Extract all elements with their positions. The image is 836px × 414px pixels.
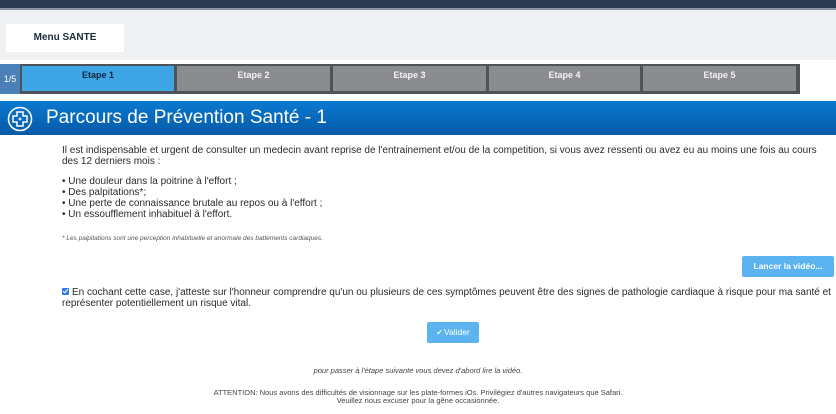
symptom-list: Une douleur dans la poitrine à l'effort … bbox=[62, 176, 832, 220]
step-tab-3[interactable]: Etape 3 bbox=[333, 66, 486, 91]
list-item: Une douleur dans la poitrine à l'effort … bbox=[62, 176, 832, 187]
step-tab-5[interactable]: Etape 5 bbox=[643, 66, 796, 91]
step-tab-1[interactable]: Etape 1 bbox=[22, 66, 174, 91]
list-item: Une perte de connaissance brutale au rep… bbox=[62, 198, 832, 209]
validate-button[interactable]: ✔Valider bbox=[427, 322, 479, 343]
footnote: * Les palpitations sont une perception i… bbox=[62, 235, 323, 242]
step-counter: 1/5 bbox=[0, 64, 20, 94]
intro-text: Il est indispensable et urgent de consul… bbox=[62, 145, 817, 167]
list-item: Des palpitations*; bbox=[62, 187, 832, 198]
step-tab-2[interactable]: Etape 2 bbox=[177, 66, 330, 91]
launch-video-button[interactable]: Lancer la vidéo... bbox=[742, 256, 834, 277]
step-tab-4[interactable]: Etape 4 bbox=[489, 66, 640, 91]
page-title: Parcours de Prévention Santé - 1 bbox=[46, 107, 327, 128]
attestation-text: En cochant cette case, j'atteste sur l'h… bbox=[62, 287, 831, 309]
check-icon: ✔ bbox=[436, 328, 443, 337]
validate-label: Valider bbox=[443, 327, 470, 337]
top-bar bbox=[0, 0, 836, 8]
health-cross-icon bbox=[7, 106, 33, 132]
video-required-note: pour passer à l'étape suivante vous deve… bbox=[313, 366, 523, 375]
attestation-checkbox[interactable] bbox=[62, 288, 69, 295]
menu-sante-tab[interactable]: Menu SANTE bbox=[6, 24, 124, 52]
attestation: En cochant cette case, j'atteste sur l'h… bbox=[62, 287, 832, 309]
apology-note: Veuillez nous excuser pour la gêne occas… bbox=[336, 396, 500, 405]
list-item: Un essoufflement inhabituel à l'effort. bbox=[62, 209, 832, 220]
menu-area bbox=[0, 10, 836, 60]
prevention-content: Il est indispensable et urgent de consul… bbox=[62, 145, 832, 220]
